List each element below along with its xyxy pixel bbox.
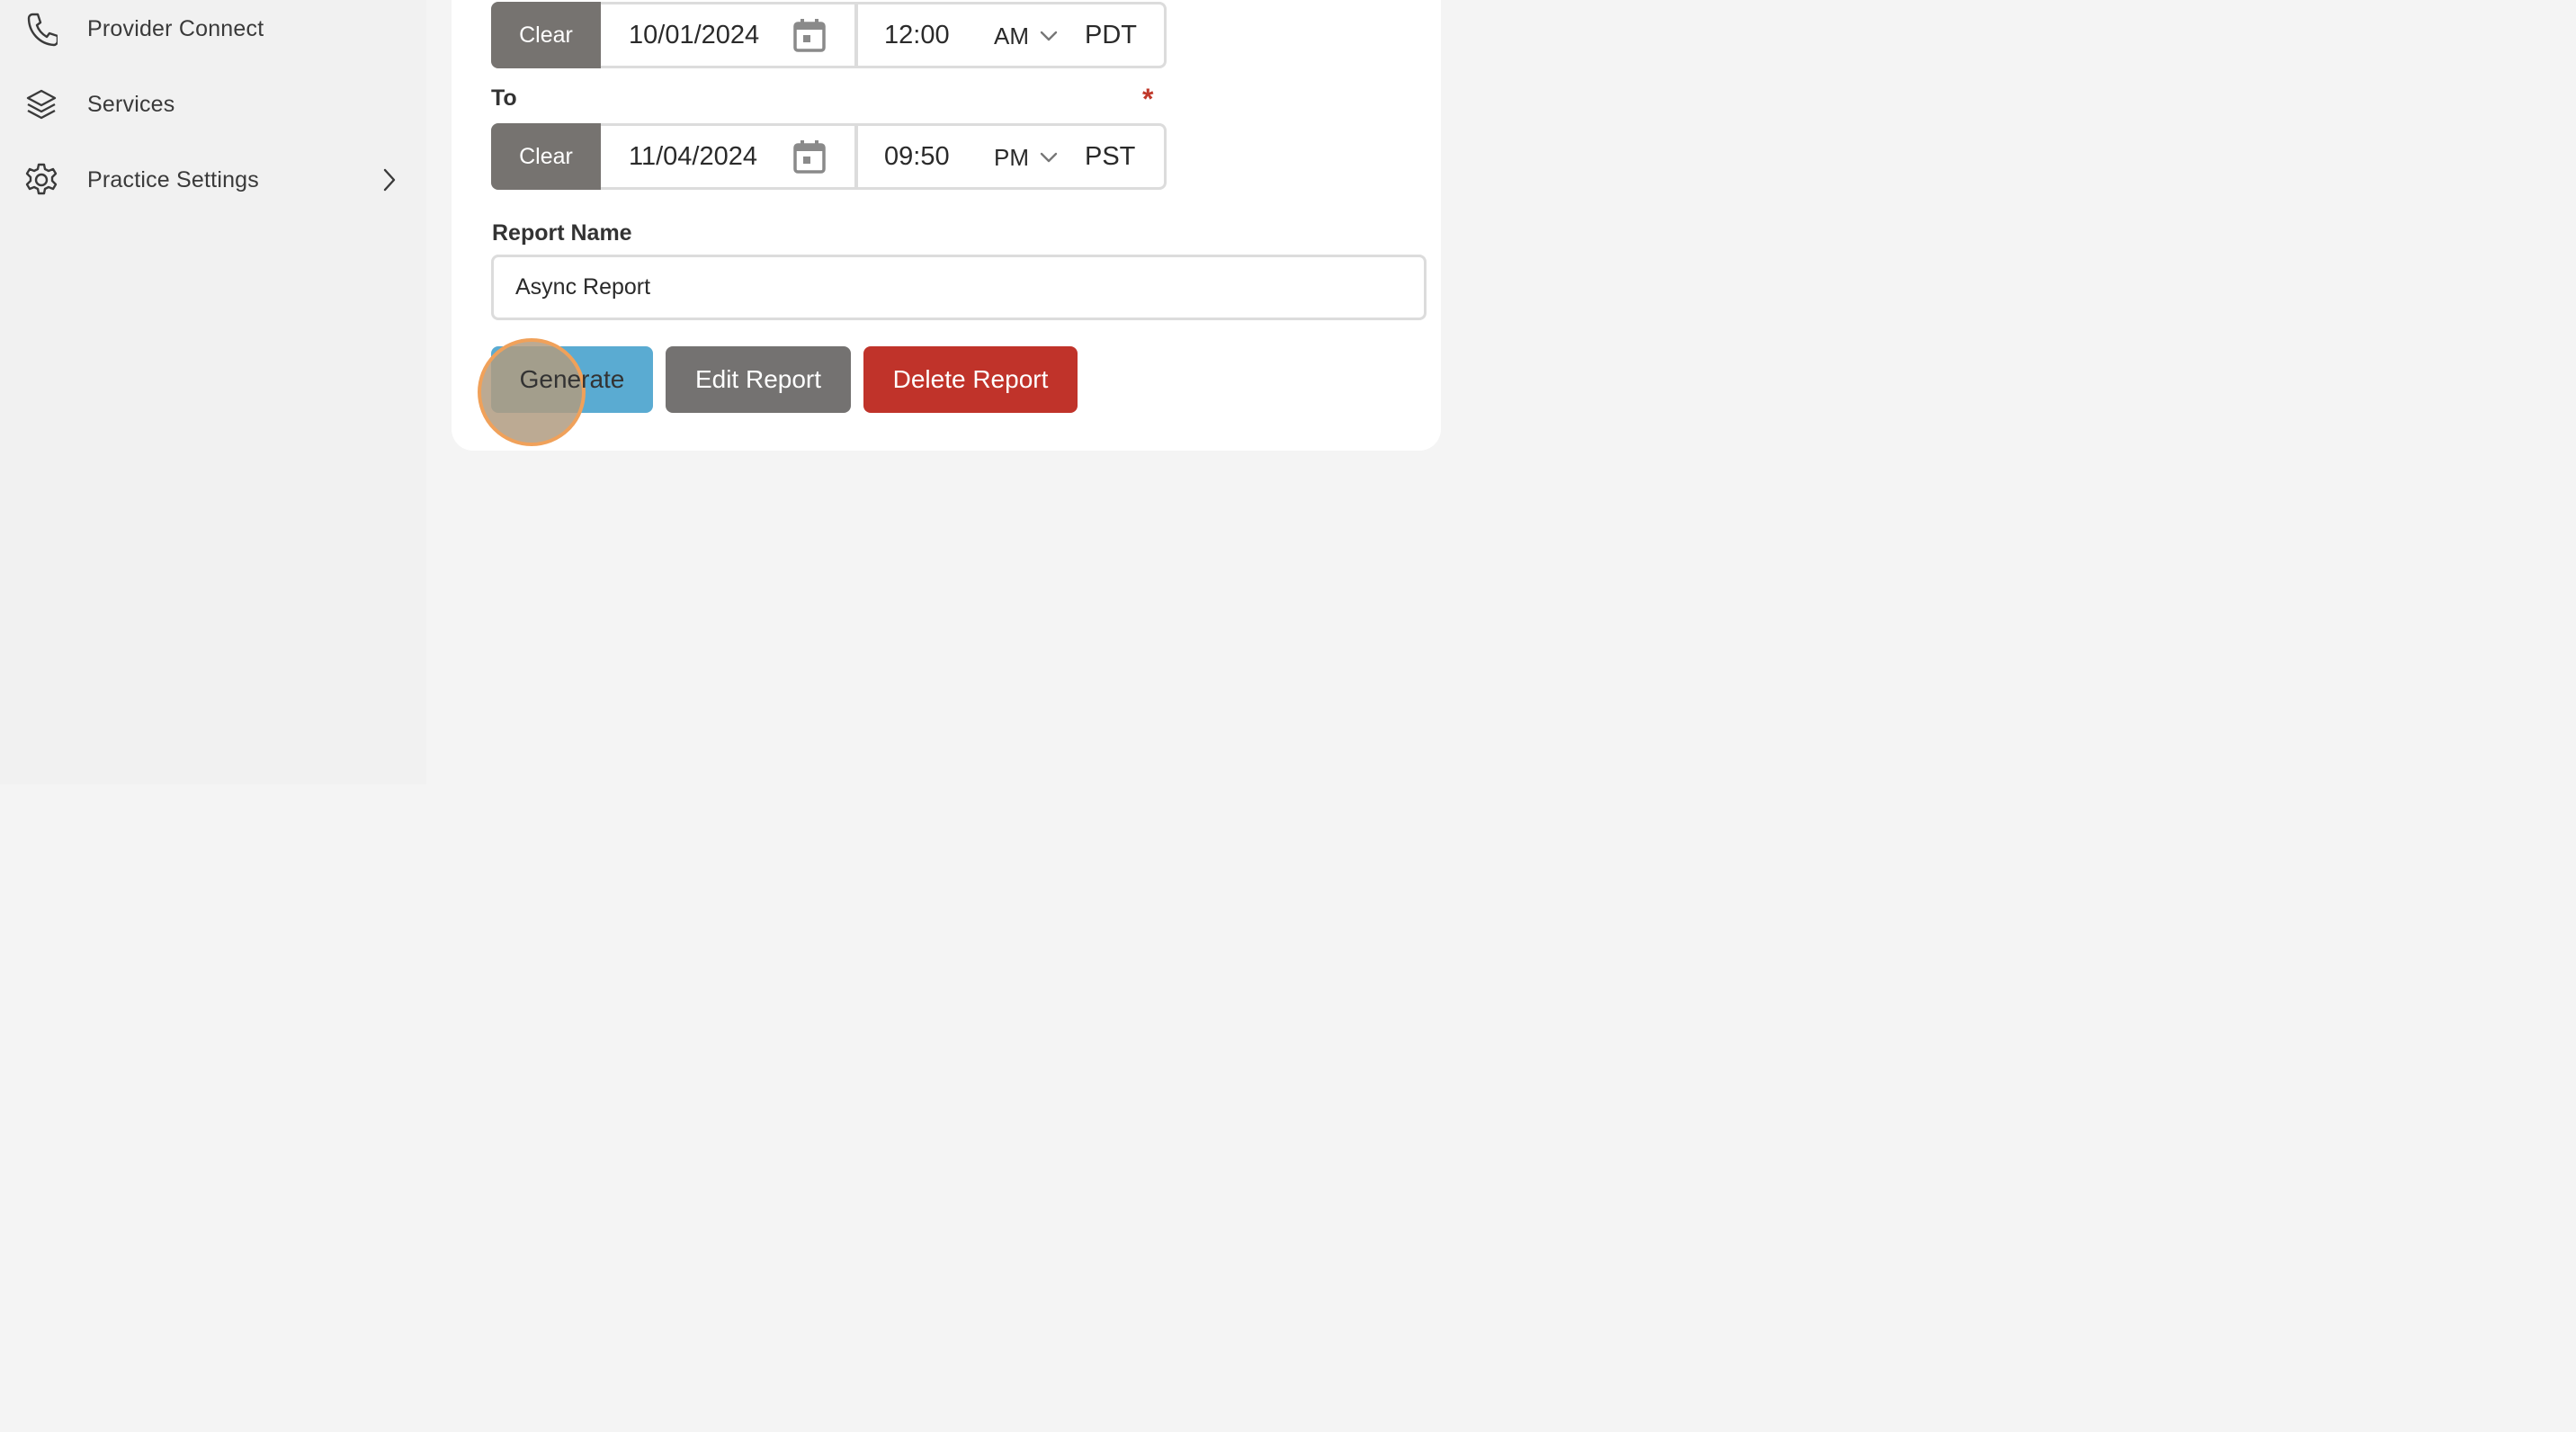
from-timezone: PDT [1085,20,1137,49]
to-ampm-value: PM [994,143,1029,171]
from-clear-button[interactable]: Clear [491,2,601,68]
chevron-right-icon[interactable] [378,162,401,198]
edit-report-button[interactable]: Edit Report [666,346,851,413]
field-divider [854,2,858,68]
layers-icon [23,86,59,122]
to-label: To [491,85,517,111]
sidebar-item-practice-settings[interactable]: Practice Settings [0,153,426,207]
sidebar-item-label: Practice Settings [87,166,259,192]
chevron-down-icon [1040,31,1058,41]
report-name-input[interactable]: Async Report [491,255,1427,320]
from-time-input[interactable]: 12:00 [884,4,950,66]
delete-report-button[interactable]: Delete Report [863,346,1078,413]
calendar-icon[interactable] [792,17,827,53]
report-name-label: Report Name [492,220,632,246]
sidebar-item-provider-connect[interactable]: Provider Connect [0,2,426,56]
to-date-input[interactable]: 11/04/2024 [629,126,757,187]
from-ampm-select[interactable]: AM [994,4,1058,67]
sidebar-item-label: Provider Connect [87,15,264,41]
field-divider [854,123,858,190]
calendar-icon[interactable] [792,139,827,175]
gear-icon [23,162,59,198]
to-clear-button[interactable]: Clear [491,123,601,190]
required-asterisk: * [1142,83,1154,115]
to-timezone: PST [1085,141,1136,171]
sidebar: Provider Connect Services Practice Setti… [0,0,426,784]
to-time-input[interactable]: 09:50 [884,126,950,187]
from-ampm-value: AM [994,22,1029,49]
from-date-input[interactable]: 10/01/2024 [629,4,759,66]
chevron-down-icon [1040,152,1058,163]
sidebar-item-services[interactable]: Services [0,77,426,131]
sidebar-item-label: Services [87,91,175,117]
generate-button[interactable] [491,346,653,413]
to-ampm-select[interactable]: PM [994,126,1058,189]
phone-icon [23,11,59,47]
to-datetime-field: Clear 11/04/2024 09:50 PM PST [491,123,1167,190]
from-datetime-field: Clear 10/01/2024 12:00 AM PDT [491,2,1167,68]
